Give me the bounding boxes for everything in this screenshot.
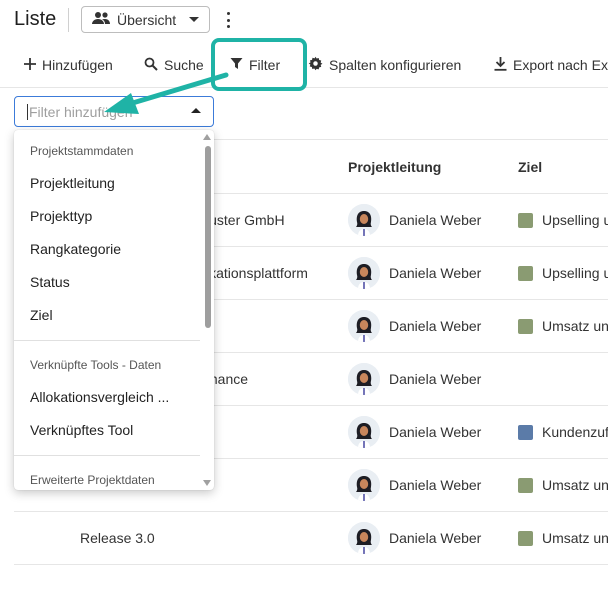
- annotation-arrow: [104, 72, 229, 114]
